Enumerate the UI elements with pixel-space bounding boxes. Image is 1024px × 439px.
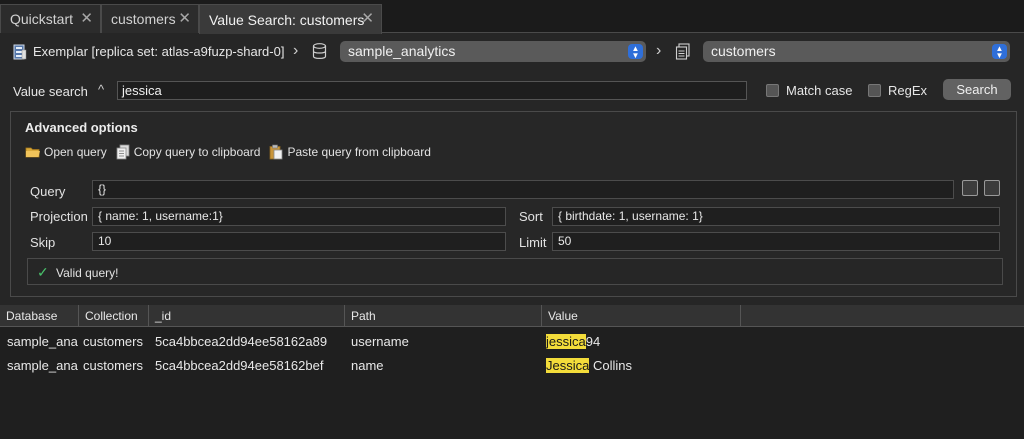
match-case-checkbox[interactable]: Match case <box>766 83 852 98</box>
query-input[interactable]: {} <box>92 180 954 199</box>
regex-label: RegEx <box>888 83 928 98</box>
close-icon[interactable]: ✕ <box>178 11 191 26</box>
sort-input[interactable]: { birthdate: 1, username: 1} <box>552 207 1000 226</box>
value-search-label: Value search <box>13 84 88 99</box>
advanced-options-panel: Advanced options Open query Copy query t… <box>10 111 1017 297</box>
cell-collection: customers <box>83 334 143 349</box>
select-arrows-icon: ▲ ▼ <box>628 44 643 60</box>
checkbox-box[interactable] <box>766 84 779 97</box>
sort-label: Sort <box>519 209 543 224</box>
database-icon <box>312 43 327 59</box>
tab-bar: Quickstart ✕ customers ✕ Value Search: c… <box>0 0 1024 34</box>
collection-select-value: customers <box>711 43 776 59</box>
cell-database: sample_ana <box>7 334 78 349</box>
select-arrows-icon: ▲ ▼ <box>992 44 1007 60</box>
close-icon[interactable]: ✕ <box>361 11 374 26</box>
validation-status: ✓ Valid query! <box>27 258 1003 285</box>
query-label: Query <box>30 184 66 199</box>
column-header-id[interactable]: _id <box>149 305 345 327</box>
cell-id: 5ca4bbcea2dd94ee58162bef <box>155 358 324 373</box>
validation-message: Valid query! <box>56 266 119 280</box>
copy-icon <box>116 144 130 160</box>
open-query-label: Open query <box>44 145 107 159</box>
copy-query-label: Copy query to clipboard <box>133 145 261 159</box>
cell-path: username <box>351 334 409 349</box>
limit-label: Limit <box>519 235 547 250</box>
chevron-up-icon[interactable]: ^ <box>98 82 104 97</box>
column-header-path[interactable]: Path <box>345 305 542 327</box>
match-highlight: Jessica <box>546 358 590 373</box>
collection-select[interactable]: customers ▲ ▼ <box>703 41 1010 62</box>
database-select[interactable]: sample_analytics ▲ ▼ <box>340 41 646 62</box>
results-table: Database Collection _id Path Value sampl… <box>0 305 1024 439</box>
folder-icon <box>25 147 40 158</box>
cell-collection: customers <box>83 358 143 373</box>
checkmark-icon: ✓ <box>37 264 49 280</box>
cell-value: jessica94 <box>542 330 741 354</box>
advanced-toolbar: Open query Copy query to clipboard Paste… <box>25 144 439 160</box>
match-case-label: Match case <box>786 83 853 98</box>
chevron-right-icon: › <box>656 42 662 59</box>
projection-input[interactable]: { name: 1, username:1} <box>92 207 506 226</box>
query-settings-icon[interactable] <box>984 180 1000 196</box>
paste-query-label: Paste query from clipboard <box>287 145 431 159</box>
collection-icon <box>675 43 690 60</box>
chevron-right-icon: › <box>293 42 299 59</box>
open-query-button[interactable]: Open query <box>25 144 107 160</box>
cell-value: Jessica Collins <box>542 354 741 378</box>
regex-checkbox[interactable]: RegEx <box>868 83 927 98</box>
copy-query-button[interactable]: Copy query to clipboard <box>115 144 261 160</box>
advanced-options-title: Advanced options <box>25 120 138 135</box>
database-select-value: sample_analytics <box>348 43 456 59</box>
projection-label: Projection <box>30 209 88 224</box>
tab-customers[interactable]: customers ✕ <box>101 4 199 33</box>
close-icon[interactable]: ✕ <box>80 11 93 26</box>
limit-input[interactable]: 50 <box>552 232 1000 251</box>
tab-label: customers <box>111 11 176 27</box>
column-header-collection[interactable]: Collection <box>79 305 149 327</box>
tab-label: Quickstart <box>10 11 74 27</box>
connection-label: Exemplar [replica set: atlas-a9fuzp-shar… <box>33 44 285 59</box>
tab-quickstart[interactable]: Quickstart ✕ <box>0 4 101 33</box>
column-header-database[interactable]: Database <box>0 305 79 327</box>
value-search-input[interactable]: jessica <box>117 81 747 100</box>
paste-query-button[interactable]: Paste query from clipboard <box>268 144 431 160</box>
cell-id: 5ca4bbcea2dd94ee58162a89 <box>155 334 328 349</box>
tab-label: Value Search: customers <box>209 11 365 28</box>
table-row[interactable]: sample_ana customers 5ca4bbcea2dd94ee581… <box>0 330 1024 354</box>
value-rest: 94 <box>585 334 601 349</box>
connection-row: Exemplar [replica set: atlas-a9fuzp-shar… <box>0 33 1024 73</box>
table-row[interactable]: sample_ana customers 5ca4bbcea2dd94ee581… <box>0 354 1024 378</box>
clipboard-icon <box>270 144 283 160</box>
skip-input[interactable]: 10 <box>92 232 506 251</box>
filter-icon[interactable] <box>962 180 978 196</box>
cell-database: sample_ana <box>7 358 78 373</box>
table-header: Database Collection _id Path Value <box>0 305 1024 327</box>
value-rest: Collins <box>589 358 632 373</box>
match-highlight: jessica <box>546 334 586 349</box>
tab-value-search[interactable]: Value Search: customers ✕ <box>199 4 382 34</box>
skip-label: Skip <box>30 235 56 250</box>
checkbox-box[interactable] <box>868 84 881 97</box>
cell-path: name <box>351 358 384 373</box>
column-header-value[interactable]: Value <box>542 305 741 327</box>
search-button[interactable]: Search <box>943 79 1011 100</box>
server-icon <box>13 44 27 60</box>
value-search-row: Value search ^ jessica Match case RegEx … <box>0 76 1024 106</box>
